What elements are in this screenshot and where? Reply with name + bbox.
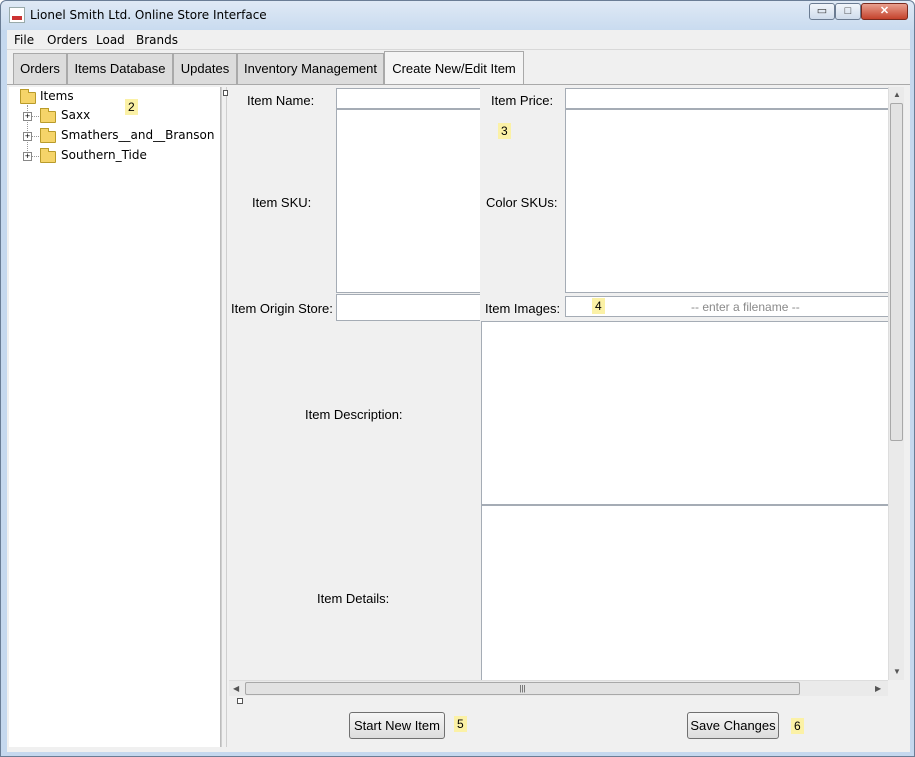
app-window: Lionel Smith Ltd. Online Store Interface… <box>0 0 915 757</box>
color-skus-label: Color SKUs: <box>486 195 558 210</box>
origin-store-label: Item Origin Store: <box>231 301 333 316</box>
scroll-left-icon[interactable]: ◀ <box>233 684 239 693</box>
annotation-badge: 6 <box>791 718 804 734</box>
annotation-badge: 5 <box>454 716 467 732</box>
annotation-badge: 2 <box>125 99 138 115</box>
split-pane-divider[interactable] <box>221 87 228 747</box>
expand-icon[interactable]: + <box>23 112 32 121</box>
expand-icon[interactable]: + <box>23 152 32 161</box>
folder-icon <box>20 89 36 104</box>
item-description-textarea[interactable] <box>481 321 888 505</box>
save-changes-button[interactable]: Save Changes <box>687 712 779 739</box>
item-price-label: Item Price: <box>491 93 554 108</box>
start-new-item-button[interactable]: Start New Item <box>349 712 445 739</box>
vertical-scrollbar[interactable]: ▲ ▼ <box>888 87 904 680</box>
title-bar[interactable]: Lionel Smith Ltd. Online Store Interface… <box>1 1 914 30</box>
images-placeholder: -- enter a filename -- <box>691 300 800 314</box>
item-name-label: Item Name: <box>247 93 315 108</box>
item-sku-textarea[interactable] <box>336 109 480 293</box>
annotation-badge: 4 <box>592 298 605 314</box>
app-icon <box>9 7 25 23</box>
item-images-input[interactable]: -- enter a filename -- <box>565 296 888 317</box>
menu-load[interactable]: Load <box>96 33 125 47</box>
splitter-handle[interactable] <box>237 698 243 704</box>
folder-icon <box>40 128 56 143</box>
menu-brands[interactable]: Brands <box>136 33 178 47</box>
items-tree[interactable]: Items + Saxx + Smathers__and__Branson + … <box>9 87 221 747</box>
tab-orders[interactable]: Orders <box>13 53 67 84</box>
expand-icon[interactable]: + <box>23 132 32 141</box>
scroll-up-icon[interactable]: ▲ <box>893 90 901 99</box>
splitter-handle[interactable] <box>223 90 228 96</box>
close-button[interactable]: ✕ <box>861 3 908 20</box>
item-images-label: Item Images: <box>485 301 561 316</box>
item-price-input[interactable] <box>565 88 888 109</box>
menu-orders[interactable]: Orders <box>47 33 87 47</box>
item-details-label: Item Details: <box>317 591 390 606</box>
tree-root-items[interactable]: Items <box>40 89 74 105</box>
horizontal-scroll-thumb[interactable]: ||| <box>245 682 800 695</box>
menu-bar: File Orders Load Brands <box>7 30 910 50</box>
tree-item-saxx[interactable]: Saxx <box>61 108 90 124</box>
item-description-label: Item Description: <box>305 407 403 422</box>
menu-file[interactable]: File <box>14 33 34 47</box>
item-name-input[interactable] <box>336 88 480 109</box>
tab-inventory-management[interactable]: Inventory Management <box>237 53 384 84</box>
folder-icon <box>40 148 56 163</box>
minimize-button[interactable]: ▭ <box>809 3 835 20</box>
tab-create-edit-item[interactable]: Create New/Edit Item <box>384 51 524 84</box>
scroll-down-icon[interactable]: ▼ <box>893 667 901 676</box>
tree-item-southern-tide[interactable]: Southern_Tide <box>61 148 147 164</box>
tab-panel: Items + Saxx + Smathers__and__Branson + … <box>7 84 910 752</box>
window-client: File Orders Load Brands Orders Items Dat… <box>7 30 910 752</box>
annotation-badge: 3 <box>498 123 511 139</box>
folder-icon <box>40 108 56 123</box>
item-form: Item Name: Item Price: Item SKU: 3 Color… <box>229 87 888 680</box>
vertical-scroll-thumb[interactable] <box>890 103 903 441</box>
scroll-right-icon[interactable]: ▶ <box>875 684 881 693</box>
item-details-textarea[interactable] <box>481 505 888 680</box>
maximize-button[interactable]: □ <box>835 3 861 20</box>
item-sku-label: Item SKU: <box>252 195 312 210</box>
tree-item-smathers-branson[interactable]: Smathers__and__Branson <box>61 128 214 144</box>
horizontal-scrollbar[interactable]: ◀ ||| ▶ <box>229 680 888 696</box>
color-skus-textarea[interactable] <box>565 109 888 293</box>
tab-items-database[interactable]: Items Database <box>67 53 173 84</box>
window-title: Lionel Smith Ltd. Online Store Interface <box>30 8 267 22</box>
tab-updates[interactable]: Updates <box>173 53 237 84</box>
origin-store-input[interactable] <box>336 294 480 321</box>
